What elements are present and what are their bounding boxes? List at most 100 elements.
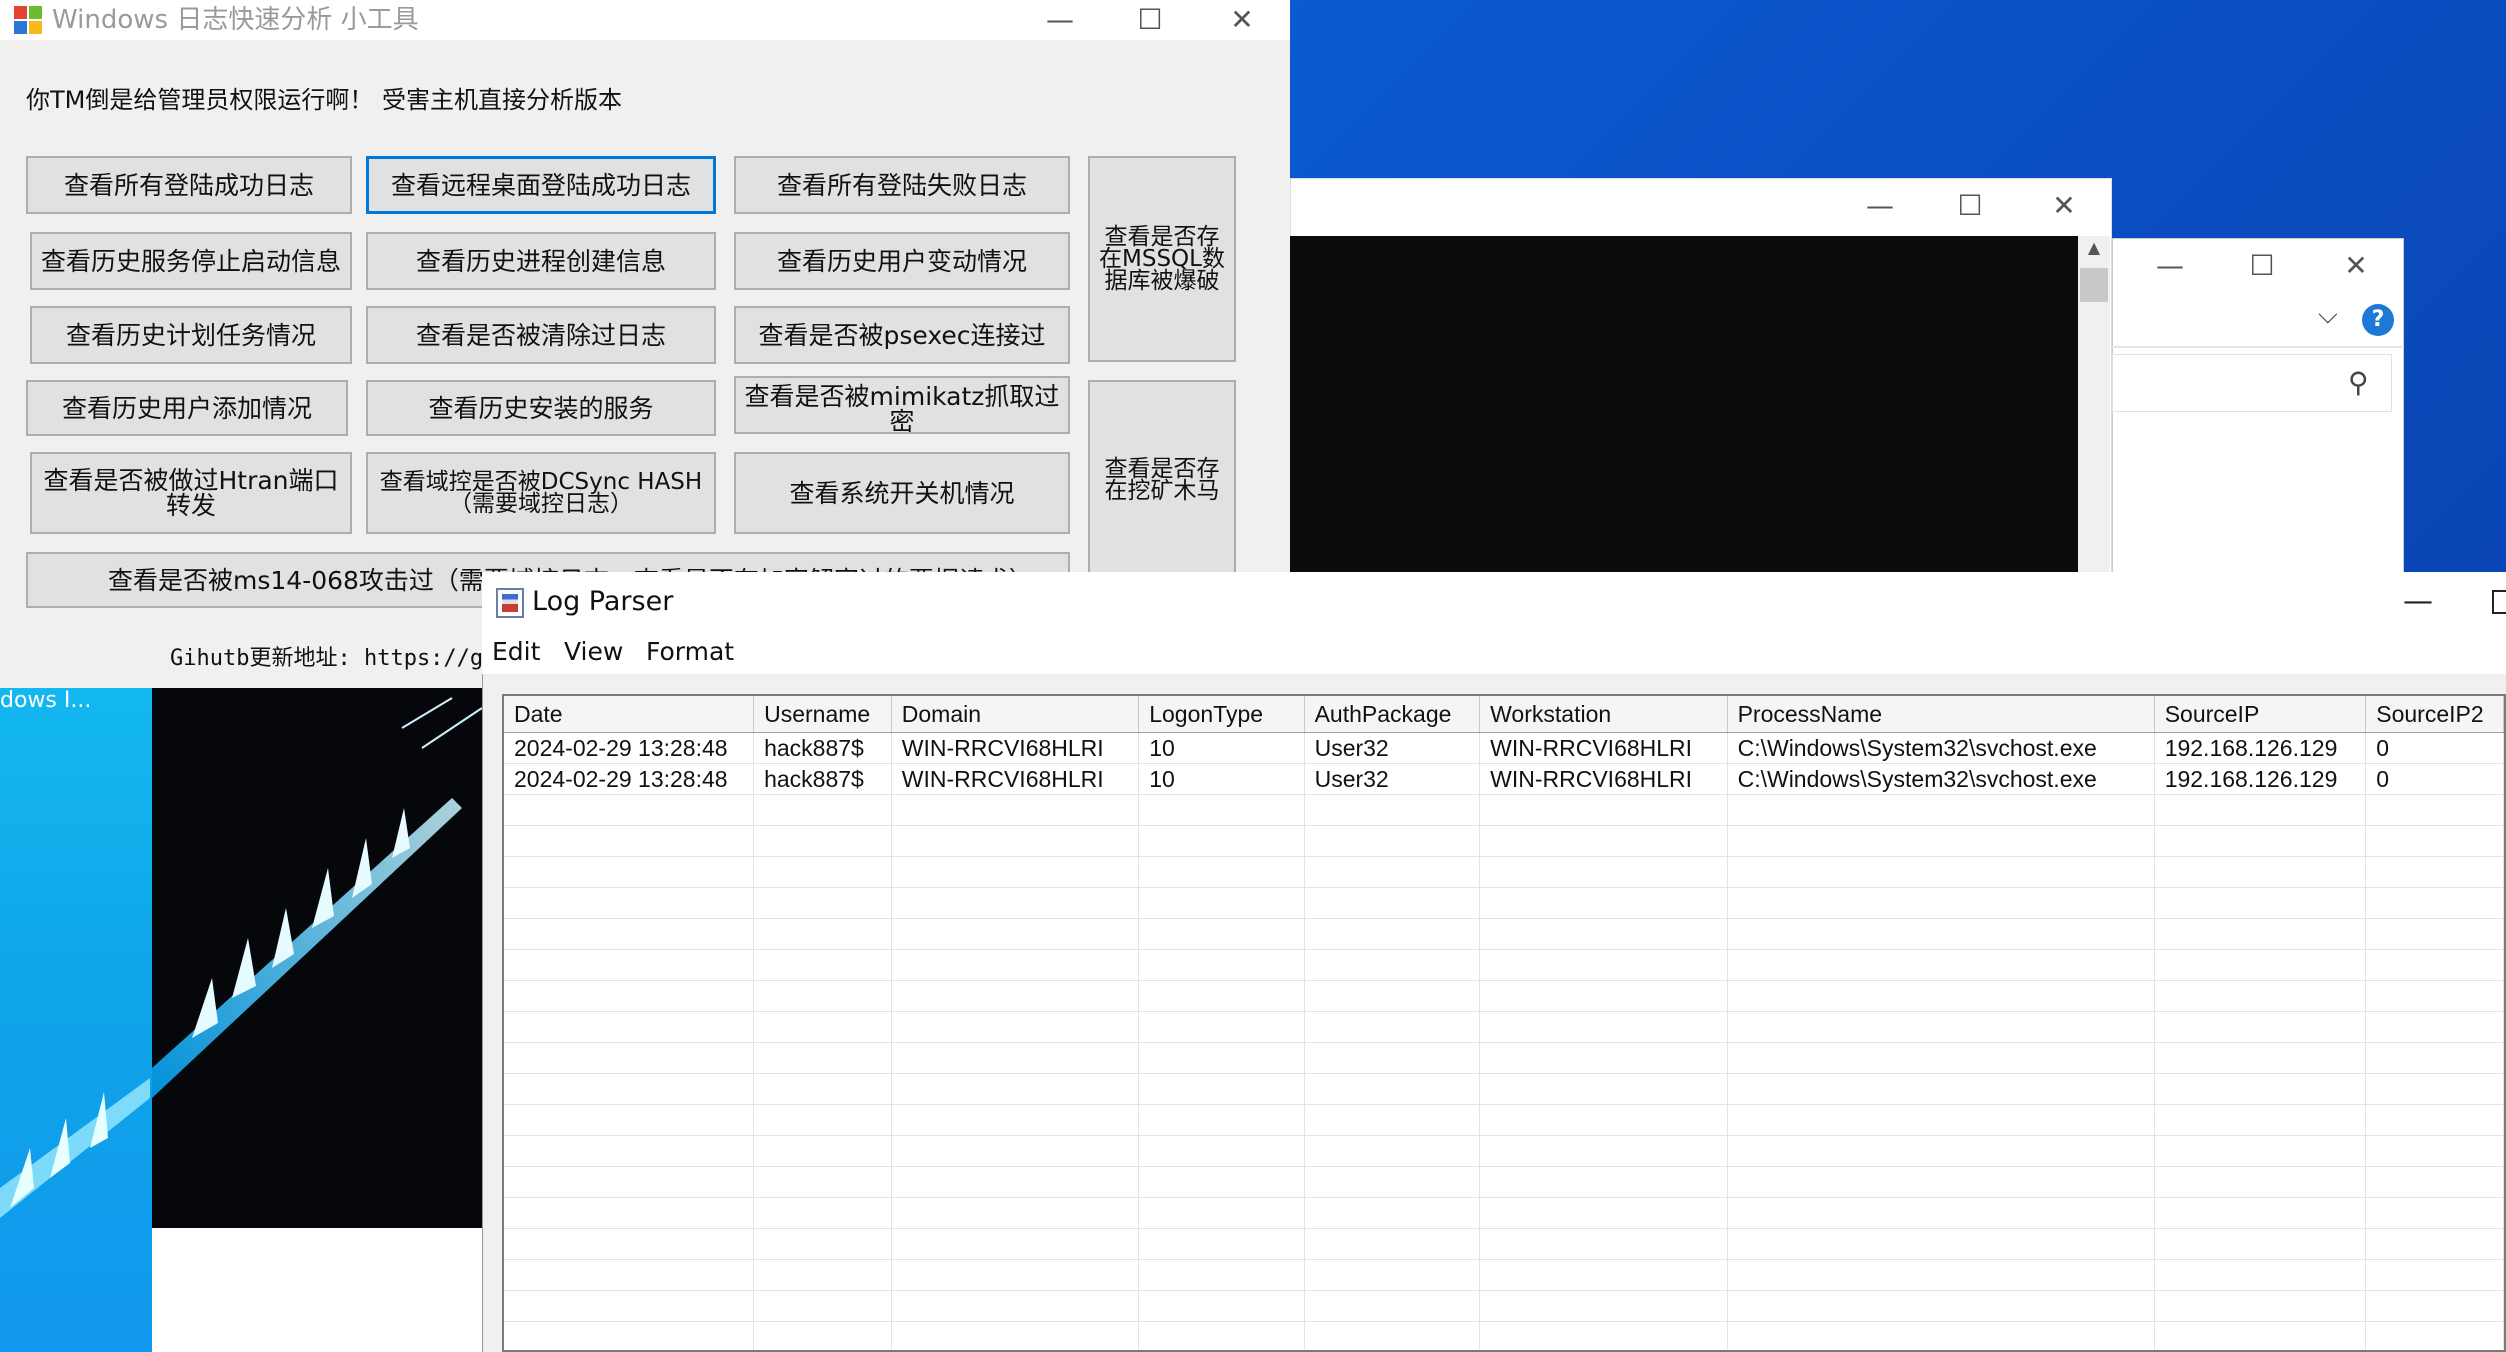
empty-cell bbox=[2365, 1166, 2504, 1198]
empty-cell bbox=[753, 1135, 892, 1167]
log-cleared-button[interactable]: 查看是否被清除过日志 bbox=[366, 306, 716, 364]
empty-cell bbox=[504, 794, 755, 826]
empty-cell bbox=[2365, 1073, 2504, 1105]
explorer-divider bbox=[2112, 346, 2404, 348]
maximize-icon[interactable]: ☐ bbox=[1120, 0, 1180, 40]
empty-cell bbox=[504, 1104, 755, 1136]
empty-table-row bbox=[504, 980, 2504, 1012]
help-icon[interactable]: ? bbox=[2362, 304, 2394, 336]
table-row[interactable]: 2024-02-29 13:28:48 hack887$ WIN-RRCVI68… bbox=[504, 732, 2504, 764]
user-change-button[interactable]: 查看历史用户变动情况 bbox=[734, 232, 1070, 290]
empty-cell bbox=[891, 1135, 1140, 1167]
rdp-login-success-button[interactable]: 查看远程桌面登陆成功日志 bbox=[366, 156, 716, 214]
empty-cell bbox=[2154, 1073, 2367, 1105]
empty-table-row bbox=[504, 1135, 2504, 1167]
close-icon[interactable]: ✕ bbox=[1212, 0, 1272, 40]
console-output-area[interactable] bbox=[1290, 236, 2078, 573]
minimize-icon[interactable]: — bbox=[2140, 246, 2200, 286]
column-header-processname[interactable]: ProcessName bbox=[1727, 696, 2155, 733]
admin-warning-label: 你TM倒是给管理员权限运行啊！ bbox=[26, 86, 374, 114]
empty-cell bbox=[2365, 794, 2504, 826]
empty-cell bbox=[753, 1259, 892, 1291]
minimize-icon[interactable]: — bbox=[1850, 186, 1910, 226]
menu-edit[interactable]: Edit bbox=[492, 632, 540, 672]
wallpaper-streak bbox=[152, 697, 482, 1098]
empty-cell bbox=[1304, 1197, 1481, 1229]
empty-table-row bbox=[504, 1042, 2504, 1074]
maximize-icon[interactable]: ☐ bbox=[2232, 246, 2292, 286]
scheduled-tasks-button[interactable]: 查看历史计划任务情况 bbox=[30, 306, 352, 364]
empty-cell bbox=[1304, 825, 1481, 857]
grid-header-row: Date Username Domain LogonType AuthPacka… bbox=[504, 696, 2504, 733]
empty-cell bbox=[1479, 794, 1728, 826]
mining-trojan-button[interactable]: 查看是否存在挖矿木马 bbox=[1088, 380, 1236, 580]
column-header-workstation[interactable]: Workstation bbox=[1479, 696, 1728, 733]
empty-cell bbox=[891, 949, 1140, 981]
maximize-icon[interactable] bbox=[2492, 590, 2506, 614]
empty-cell bbox=[2365, 1197, 2504, 1229]
close-icon[interactable]: ✕ bbox=[2034, 186, 2094, 226]
log-parser-titlebar[interactable] bbox=[482, 572, 2506, 632]
desktop-icon-label[interactable]: dows I... bbox=[0, 688, 91, 713]
empty-cell bbox=[504, 1011, 755, 1043]
column-header-sourceip[interactable]: SourceIP bbox=[2154, 696, 2367, 733]
empty-cell bbox=[1727, 825, 2155, 857]
menu-format[interactable]: Format bbox=[646, 632, 734, 672]
htran-button[interactable]: 查看是否被做过Htran端口转发 bbox=[30, 452, 352, 534]
dcsync-button[interactable]: 查看域控是否被DCSync HASH（需要域控日志） bbox=[366, 452, 716, 534]
empty-cell bbox=[1138, 1166, 1305, 1198]
empty-table-row bbox=[504, 949, 2504, 981]
installed-services-button[interactable]: 查看历史安装的服务 bbox=[366, 380, 716, 436]
mimikatz-button[interactable]: 查看是否被mimikatz抓取过密 bbox=[734, 376, 1070, 434]
empty-table-row bbox=[504, 1290, 2504, 1322]
empty-cell bbox=[2365, 1042, 2504, 1074]
process-create-button[interactable]: 查看历史进程创建信息 bbox=[366, 232, 716, 290]
empty-cell bbox=[1138, 949, 1305, 981]
results-grid[interactable]: Date Username Domain LogonType AuthPacka… bbox=[502, 694, 2506, 1352]
scroll-up-arrow-icon[interactable]: ▲ bbox=[2078, 238, 2110, 266]
empty-cell bbox=[1304, 887, 1481, 919]
empty-cell bbox=[2154, 856, 2367, 888]
close-icon[interactable]: ✕ bbox=[2326, 246, 2386, 286]
minimize-icon[interactable]: — bbox=[1030, 0, 1090, 40]
empty-cell bbox=[1479, 1259, 1728, 1291]
menu-view[interactable]: View bbox=[564, 632, 623, 672]
empty-cell bbox=[1304, 856, 1481, 888]
empty-cell bbox=[2365, 1011, 2504, 1043]
empty-cell bbox=[504, 1290, 755, 1322]
empty-cell bbox=[2154, 794, 2367, 826]
column-header-domain[interactable]: Domain bbox=[891, 696, 1140, 733]
empty-cell bbox=[753, 1011, 892, 1043]
maximize-icon[interactable]: ☐ bbox=[1940, 186, 2000, 226]
minimize-icon[interactable]: — bbox=[2388, 584, 2448, 619]
chevron-down-icon[interactable]: ⌵ bbox=[2318, 300, 2338, 331]
empty-cell bbox=[1727, 1197, 2155, 1229]
console-scrollbar-thumb[interactable] bbox=[2080, 268, 2108, 302]
column-header-date[interactable]: Date bbox=[504, 696, 755, 733]
mssql-bruteforce-button[interactable]: 查看是否存在MSSQL数据库被爆破 bbox=[1088, 156, 1236, 362]
empty-cell bbox=[2365, 1290, 2504, 1322]
column-header-username[interactable]: Username bbox=[753, 696, 892, 733]
empty-cell bbox=[504, 1135, 755, 1167]
empty-cell bbox=[753, 794, 892, 826]
empty-cell bbox=[2365, 1321, 2504, 1350]
empty-cell bbox=[891, 918, 1140, 950]
all-login-success-button[interactable]: 查看所有登陆成功日志 bbox=[26, 156, 352, 214]
empty-cell bbox=[1304, 980, 1481, 1012]
user-add-button[interactable]: 查看历史用户添加情况 bbox=[26, 380, 348, 436]
column-header-sourceip2[interactable]: SourceIP2 bbox=[2365, 696, 2504, 733]
table-row[interactable]: 2024-02-29 13:28:48 hack887$ WIN-RRCVI68… bbox=[504, 763, 2504, 795]
service-stop-start-button[interactable]: 查看历史服务停止启动信息 bbox=[30, 232, 352, 290]
column-header-authpackage[interactable]: AuthPackage bbox=[1304, 696, 1481, 733]
psexec-button[interactable]: 查看是否被psexec连接过 bbox=[734, 306, 1070, 364]
empty-table-row bbox=[504, 887, 2504, 919]
empty-cell bbox=[2365, 1104, 2504, 1136]
empty-cell bbox=[504, 918, 755, 950]
empty-cell bbox=[1479, 918, 1728, 950]
empty-cell bbox=[891, 980, 1140, 1012]
wallpaper-dark-panel bbox=[152, 688, 482, 1228]
search-icon[interactable]: ⚲ bbox=[2348, 366, 2369, 399]
all-login-failed-button[interactable]: 查看所有登陆失败日志 bbox=[734, 156, 1070, 214]
column-header-logontype[interactable]: LogonType bbox=[1138, 696, 1305, 733]
power-onoff-button[interactable]: 查看系统开关机情况 bbox=[734, 452, 1070, 534]
